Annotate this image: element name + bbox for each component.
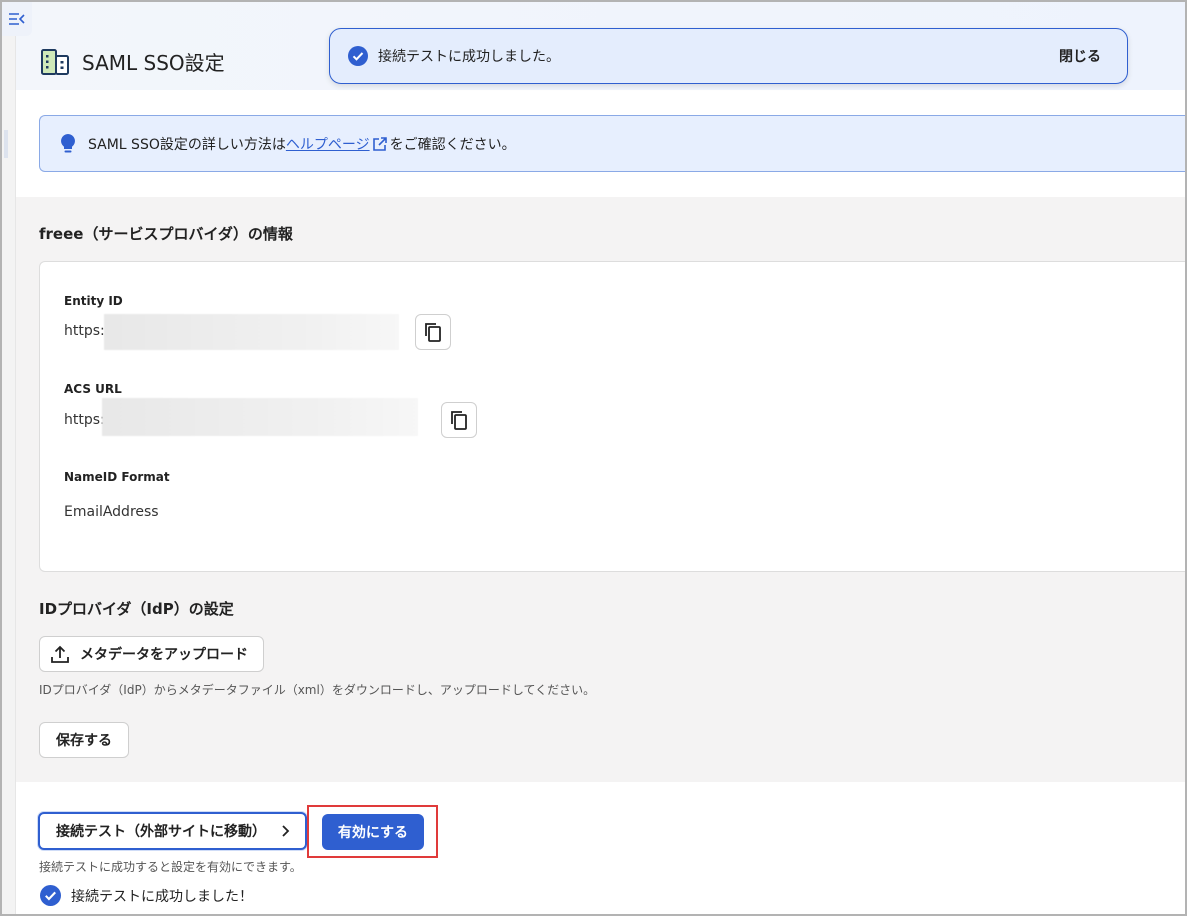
lightbulb-icon [61, 133, 75, 152]
acs-url-label: ACS URL [64, 382, 122, 396]
enable-hint: 接続テストに成功すると設定を有効にできます。 [39, 860, 302, 874]
check-circle-icon [348, 46, 368, 66]
help-info-banner: SAML SSO設定の詳しい方法は ヘルプページ をご確認ください。 [39, 115, 1187, 172]
page-header: SAML SSO設定 [40, 47, 225, 76]
entity-id-label: Entity ID [64, 294, 123, 308]
chevron-right-icon [282, 825, 290, 837]
copy-entity-id-button[interactable] [415, 314, 451, 350]
nameid-format-label: NameID Format [64, 470, 170, 484]
check-circle-icon [40, 885, 61, 906]
copy-icon [425, 323, 441, 342]
upload-metadata-label: メタデータをアップロード [80, 647, 248, 663]
external-link-icon[interactable] [372, 136, 388, 152]
save-button[interactable]: 保存する [39, 722, 129, 758]
help-page-link[interactable]: ヘルプページ [286, 134, 370, 154]
upload-icon [51, 645, 69, 663]
toast-message: 接続テストに成功しました。 [378, 49, 560, 65]
save-label: 保存する [56, 733, 112, 749]
redacted-entity-id [104, 314, 399, 350]
page-title: SAML SSO設定 [82, 51, 225, 75]
upload-hint: IDプロバイダ（IdP）からメタデータファイル（xml）をダウンロードし、アップ… [39, 683, 596, 697]
connection-test-button[interactable]: 接続テスト（外部サイトに移動） [38, 812, 307, 850]
left-rail [2, 2, 16, 914]
upload-metadata-button[interactable]: メタデータをアップロード [39, 636, 264, 672]
sidebar-toggle-button[interactable] [2, 2, 32, 36]
enable-button[interactable]: 有効にする [322, 814, 424, 850]
connection-test-label: 接続テスト（外部サイトに移動） [56, 824, 266, 840]
enable-label: 有効にする [337, 825, 409, 841]
collapse-menu-icon [9, 13, 25, 25]
info-text-prefix: SAML SSO設定の詳しい方法は [88, 136, 286, 153]
info-text-suffix: をご確認ください。 [389, 136, 516, 153]
success-toast: 接続テストに成功しました。 閉じる [329, 28, 1128, 84]
test-success-status: 接続テストに成功しました！ [40, 885, 253, 906]
toast-close-button[interactable]: 閉じる [1059, 46, 1101, 66]
sp-section-title: freee（サービスプロバイダ）の情報 [39, 225, 293, 243]
nameid-format-value: EmailAddress [64, 504, 159, 520]
idp-section-title: IDプロバイダ（IdP）の設定 [39, 600, 234, 618]
test-success-message: 接続テストに成功しました！ [71, 888, 253, 905]
sp-info-card: Entity ID https:/ ACS URL https:/ NameID… [39, 261, 1187, 572]
rail-indicator [4, 130, 8, 158]
copy-acs-url-button[interactable] [441, 402, 477, 438]
redacted-acs-url [102, 398, 418, 436]
building-icon [41, 48, 69, 75]
copy-icon [451, 411, 467, 430]
entity-id-value: https:/ [64, 323, 110, 339]
